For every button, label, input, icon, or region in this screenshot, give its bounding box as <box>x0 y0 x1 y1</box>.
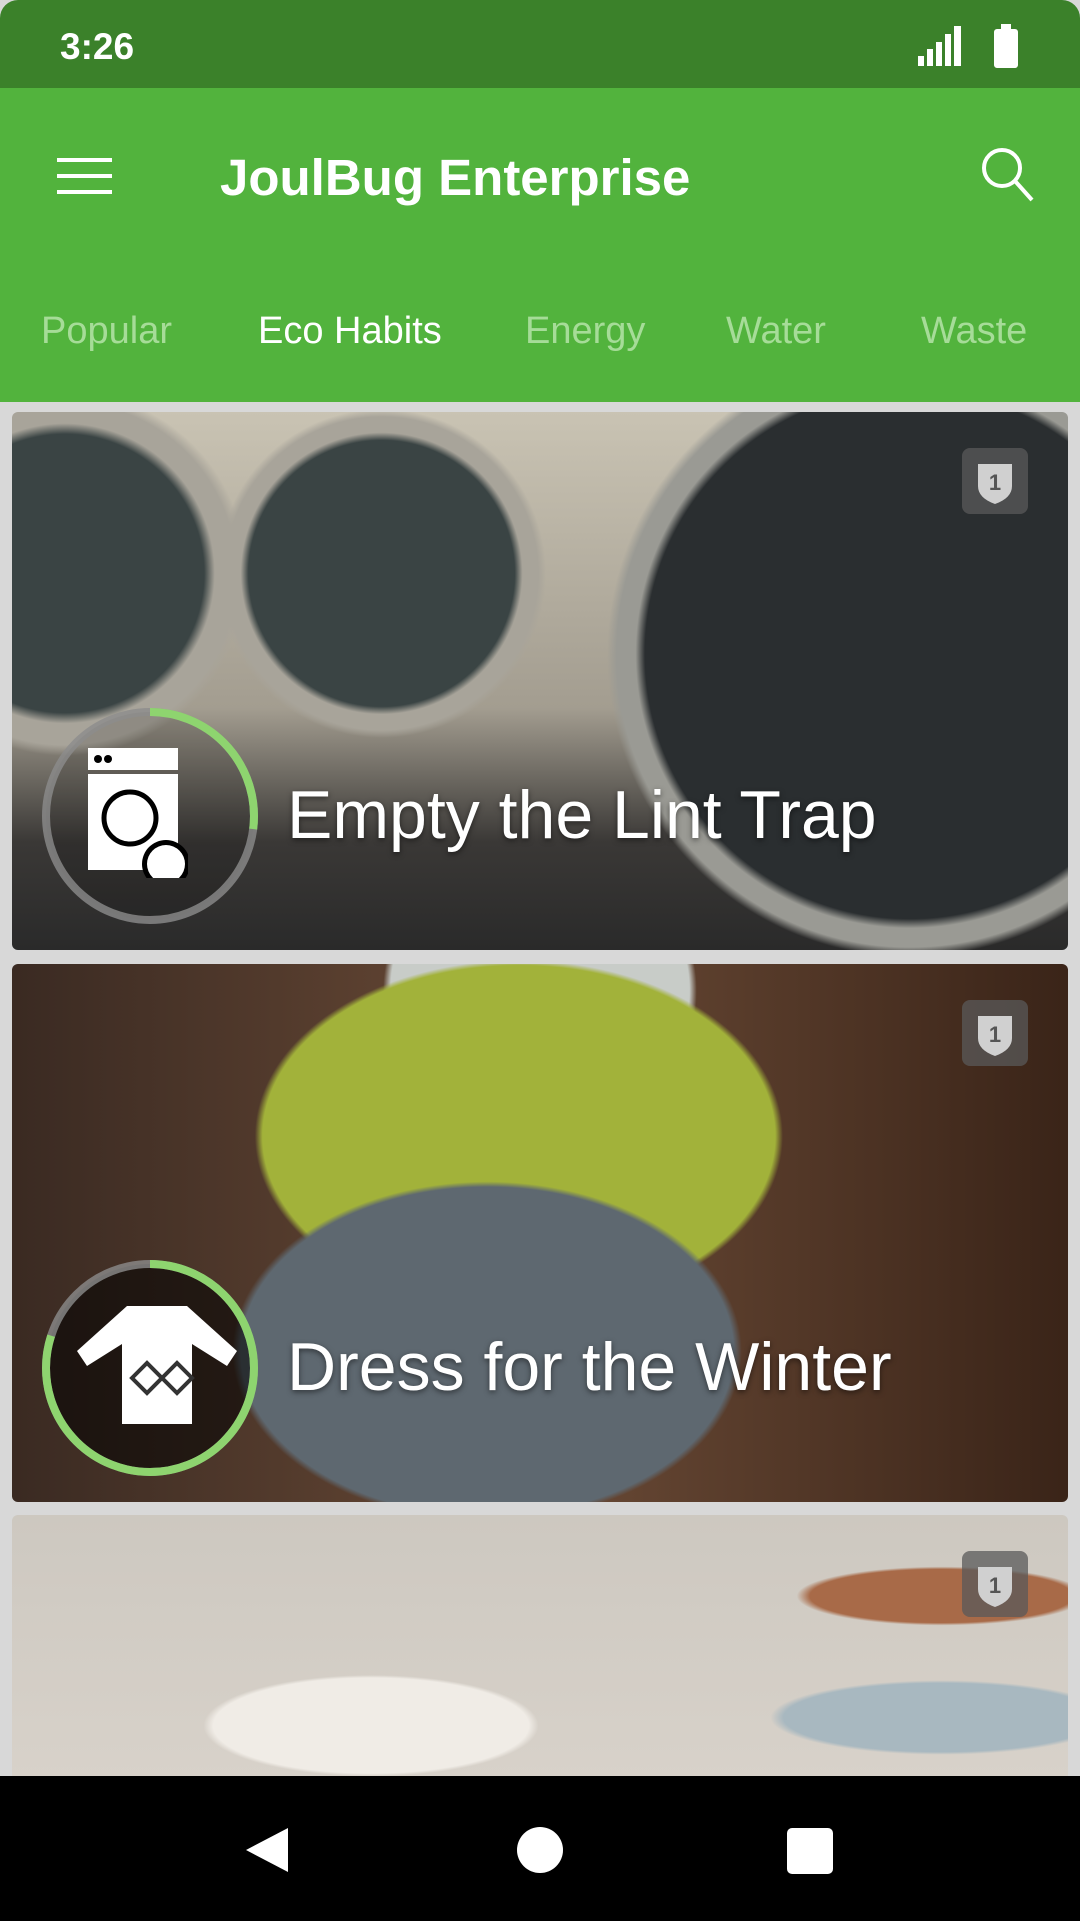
sweater-icon <box>77 1306 237 1424</box>
habit-card[interactable]: 1 <box>12 1515 1068 1785</box>
app-title: JoulBug Enterprise <box>220 149 691 206</box>
tab-popular[interactable]: Popular <box>41 310 172 353</box>
back-icon[interactable] <box>244 1826 290 1874</box>
signal-icon <box>918 26 961 66</box>
habit-card[interactable]: 1 Dress for the Winter <box>12 964 1068 1502</box>
habit-card[interactable]: 1 Empty the Lint Trap <box>12 412 1068 950</box>
card-title: Empty the Lint Trap <box>287 777 877 853</box>
points-badge: 1 <box>962 448 1028 514</box>
svg-text:1: 1 <box>989 470 1001 495</box>
app-bar: JoulBug Enterprise Popular Eco Habits En… <box>0 88 1080 402</box>
svg-text:1: 1 <box>989 1022 1001 1047</box>
card-title: Dress for the Winter <box>287 1329 892 1405</box>
hamburger-menu-icon[interactable] <box>57 158 112 194</box>
recents-icon[interactable] <box>787 1828 833 1874</box>
home-icon[interactable] <box>516 1826 564 1874</box>
shield-icon: 1 <box>978 464 1012 504</box>
search-icon[interactable] <box>980 146 1036 202</box>
svg-text:1: 1 <box>989 1573 1001 1598</box>
system-nav-bar <box>0 1776 1080 1921</box>
shield-icon: 1 <box>978 1016 1012 1056</box>
tab-energy[interactable]: Energy <box>525 310 645 353</box>
category-tabs: Popular Eco Habits Energy Water Waste <box>0 310 1080 370</box>
tab-water[interactable]: Water <box>726 310 826 353</box>
points-badge: 1 <box>962 1551 1028 1617</box>
tab-eco-habits[interactable]: Eco Habits <box>258 310 442 353</box>
tab-waste[interactable]: Waste <box>921 310 1027 353</box>
shield-icon: 1 <box>978 1567 1012 1607</box>
washing-machine-icon <box>88 748 188 878</box>
status-time: 3:26 <box>60 26 135 67</box>
points-badge: 1 <box>962 1000 1028 1066</box>
status-bar: 3:26 <box>0 0 1080 88</box>
battery-icon <box>994 24 1018 68</box>
